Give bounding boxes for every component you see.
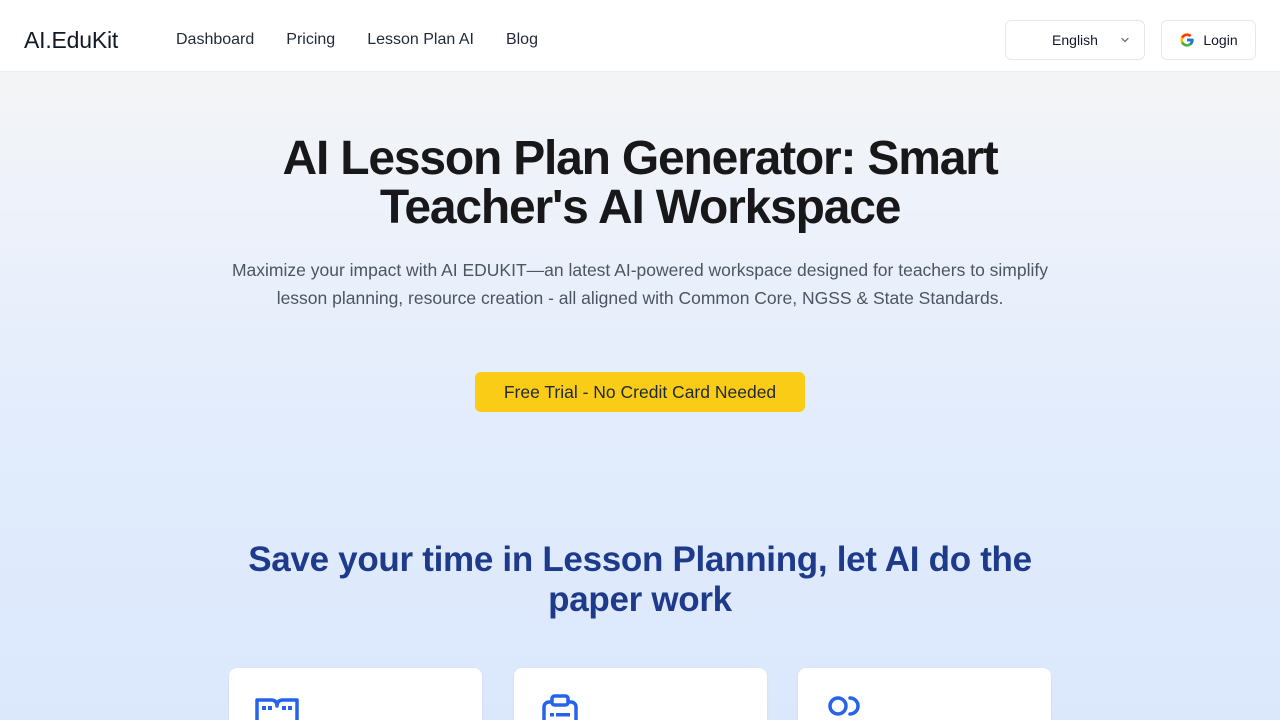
- nav-link-dashboard[interactable]: Dashboard: [176, 28, 254, 52]
- top-navbar: AI.EduKit Dashboard Pricing Lesson Plan …: [0, 0, 1280, 72]
- google-icon: [1180, 33, 1195, 47]
- feature-card-3: [798, 668, 1051, 720]
- nav-link-lesson-plan-ai[interactable]: Lesson Plan AI: [367, 28, 474, 52]
- section-title: Save your time in Lesson Planning, let A…: [248, 540, 1032, 619]
- brand-logo[interactable]: AI.EduKit: [24, 24, 118, 56]
- main-nav: Dashboard Pricing Lesson Plan AI Blog: [176, 28, 538, 52]
- language-select-value: English: [1052, 32, 1098, 48]
- login-button-label: Login: [1203, 32, 1238, 48]
- clipboard-icon: [542, 694, 578, 720]
- hero-title: AI Lesson Plan Generator: Smart Teacher'…: [282, 132, 998, 234]
- language-select[interactable]: English: [1005, 20, 1145, 60]
- login-button[interactable]: Login: [1161, 20, 1256, 60]
- book-open-icon: [255, 698, 299, 720]
- nav-link-pricing[interactable]: Pricing: [286, 28, 335, 52]
- feature-card-2: [514, 668, 767, 720]
- nav-link-blog[interactable]: Blog: [506, 28, 538, 52]
- hero-subtitle: Maximize your impact with AI EDUKIT—an l…: [231, 260, 1049, 308]
- feature-card-1: [229, 668, 482, 720]
- toggle-icon: [828, 696, 860, 716]
- free-trial-button[interactable]: Free Trial - No Credit Card Needed: [475, 372, 805, 412]
- chevron-down-icon: [1121, 37, 1129, 43]
